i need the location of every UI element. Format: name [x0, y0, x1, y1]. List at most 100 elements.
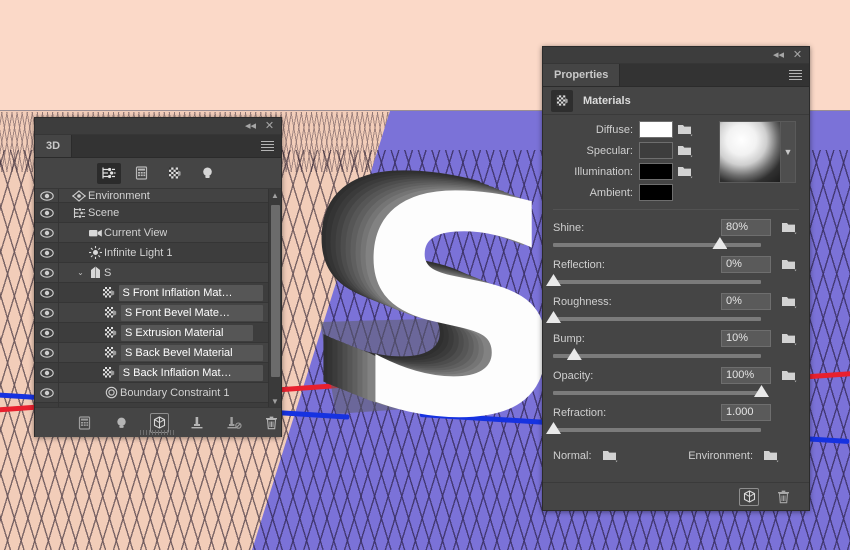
- texture-folder-icon[interactable]: [781, 257, 799, 273]
- materials-filter-icon[interactable]: [163, 163, 187, 184]
- texture-folder-icon[interactable]: [781, 331, 799, 347]
- properties-tabbar[interactable]: Properties: [543, 64, 809, 87]
- close-icon[interactable]: ✕: [263, 120, 276, 133]
- scroll-up-icon[interactable]: ▲: [269, 189, 281, 201]
- tab-properties[interactable]: Properties: [543, 64, 620, 86]
- scene-row[interactable]: Default Camera: [35, 403, 281, 407]
- delete-constraint-button[interactable]: [224, 413, 243, 433]
- properties-panel[interactable]: ◂◂ ✕ Properties Materials Diffuse:Specul…: [542, 46, 810, 511]
- visibility-toggle-eye-icon[interactable]: [35, 383, 59, 402]
- scene-row[interactable]: S Extrusion Material: [35, 323, 281, 343]
- properties-titlebar[interactable]: ◂◂ ✕: [543, 47, 809, 64]
- scrollbar-thumb[interactable]: [271, 205, 280, 377]
- slider-value-input[interactable]: 0%: [721, 293, 771, 310]
- visibility-toggle-eye-icon[interactable]: [35, 189, 59, 202]
- color-swatch[interactable]: [639, 142, 673, 159]
- slider-thumb[interactable]: [712, 237, 727, 249]
- 3d-letter-s[interactable]: S S S S S S S S S S S: [300, 165, 560, 425]
- color-swatch[interactable]: [639, 121, 673, 138]
- visibility-toggle-eye-icon[interactable]: [35, 283, 59, 302]
- environment-folder-icon[interactable]: [763, 448, 781, 464]
- slider-track[interactable]: [553, 428, 761, 432]
- scene-row[interactable]: S Back Inflation Material: [35, 363, 281, 383]
- scene-row[interactable]: ⌄S: [35, 263, 281, 283]
- scene-row[interactable]: Environment: [35, 189, 281, 203]
- color-swatch[interactable]: [639, 184, 673, 201]
- new-material-button[interactable]: [739, 488, 759, 506]
- 3d-filter-toolbar[interactable]: [35, 158, 281, 189]
- visibility-toggle-eye-icon[interactable]: [35, 363, 59, 382]
- add-constraint-button[interactable]: [187, 413, 206, 433]
- slider-thumb[interactable]: [546, 311, 561, 323]
- scene-filter-icon[interactable]: [97, 163, 121, 184]
- map-row[interactable]: Normal: Environment:: [553, 448, 799, 464]
- scroll-down-icon[interactable]: ▼: [269, 395, 281, 407]
- 3d-panel[interactable]: ◂◂ ✕ 3D: [34, 117, 282, 437]
- texture-folder-icon[interactable]: [677, 143, 695, 159]
- delete-button[interactable]: [262, 413, 281, 433]
- 3d-panel-footer[interactable]: [35, 407, 281, 437]
- delete-material-button[interactable]: [773, 488, 793, 506]
- properties-footer[interactable]: [543, 482, 809, 510]
- chevron-down-icon[interactable]: ▼: [781, 121, 796, 183]
- texture-folder-icon[interactable]: [677, 164, 695, 180]
- scene-row[interactable]: S Front Inflation Material: [35, 283, 281, 303]
- collapse-icon[interactable]: ◂◂: [244, 120, 257, 133]
- chevron-down-icon[interactable]: ⌄: [75, 268, 86, 277]
- mesh-filter-icon[interactable]: [130, 163, 154, 184]
- material-sliders[interactable]: Shine:80%Reflection:0%Roughness:0%Bump:1…: [553, 219, 799, 432]
- slider-thumb[interactable]: [754, 385, 769, 397]
- texture-folder-icon[interactable]: [677, 122, 695, 138]
- tab-3d[interactable]: 3D: [35, 135, 72, 157]
- 3d-scene-list[interactable]: EnvironmentSceneCurrent ViewInfinite Lig…: [35, 189, 281, 407]
- slider-value-input[interactable]: 100%: [721, 367, 771, 384]
- texture-folder-icon[interactable]: [781, 368, 799, 384]
- slider-thumb[interactable]: [546, 422, 561, 434]
- swatch-label: Illumination:: [553, 166, 639, 178]
- collapse-icon[interactable]: ◂◂: [772, 49, 785, 62]
- slider-thumb[interactable]: [567, 348, 582, 360]
- slider-track[interactable]: [553, 317, 761, 321]
- visibility-toggle-eye-icon[interactable]: [35, 243, 59, 262]
- visibility-toggle-eye-icon[interactable]: [35, 343, 59, 362]
- material-preview[interactable]: ▼: [719, 121, 797, 183]
- normal-folder-icon[interactable]: [602, 448, 620, 464]
- scene-row[interactable]: Boundary Constraint 1: [35, 383, 281, 403]
- slider-value-input[interactable]: 1.000: [721, 404, 771, 421]
- visibility-toggle-eye-icon[interactable]: [35, 303, 59, 322]
- lights-filter-icon[interactable]: [196, 163, 220, 184]
- 3d-panel-titlebar[interactable]: ◂◂ ✕: [35, 118, 281, 135]
- panel-menu-icon[interactable]: [789, 70, 802, 81]
- 3d-panel-tabbar[interactable]: 3D: [35, 135, 281, 158]
- visibility-toggle-eye-icon[interactable]: [35, 203, 59, 222]
- texture-folder-icon[interactable]: [781, 294, 799, 310]
- scene-row[interactable]: Scene: [35, 203, 281, 223]
- slider-track[interactable]: [553, 354, 761, 358]
- scene-row[interactable]: Current View: [35, 223, 281, 243]
- scene-row[interactable]: S Front Bevel Material: [35, 303, 281, 323]
- texture-folder-icon[interactable]: [781, 220, 799, 236]
- visibility-toggle-eye-icon[interactable]: [35, 323, 59, 342]
- slider-value-input[interactable]: 0%: [721, 256, 771, 273]
- slider-value-input[interactable]: 10%: [721, 330, 771, 347]
- close-icon[interactable]: ✕: [791, 49, 804, 62]
- panel-resize-grip[interactable]: [140, 430, 176, 435]
- scene-row[interactable]: S Back Bevel Material: [35, 343, 281, 363]
- visibility-toggle-eye-icon[interactable]: [35, 403, 59, 407]
- slider-track[interactable]: [553, 280, 761, 284]
- visibility-toggle-eye-icon[interactable]: [35, 223, 59, 242]
- add-light-button[interactable]: [112, 413, 131, 433]
- slider-track[interactable]: [553, 391, 761, 395]
- slider-header: Refraction:1.000: [553, 404, 799, 421]
- 3d-list-scrollbar[interactable]: ▲ ▼: [268, 189, 281, 407]
- add-mesh-button[interactable]: [75, 413, 94, 433]
- slider-thumb[interactable]: [546, 274, 561, 286]
- slider-track[interactable]: [553, 243, 761, 247]
- color-swatch[interactable]: [639, 163, 673, 180]
- slider-block: Roughness:0%: [553, 293, 799, 321]
- slider-value-input[interactable]: 80%: [721, 219, 771, 236]
- slider-block: Refraction:1.000: [553, 404, 799, 432]
- scene-row[interactable]: Infinite Light 1: [35, 243, 281, 263]
- visibility-toggle-eye-icon[interactable]: [35, 263, 59, 282]
- panel-menu-icon[interactable]: [261, 141, 274, 152]
